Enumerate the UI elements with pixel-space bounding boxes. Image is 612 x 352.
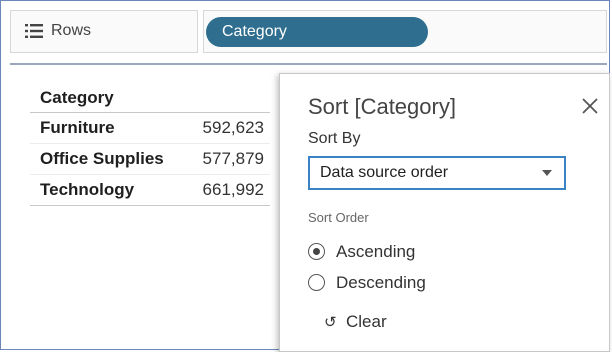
crosstab-header[interactable]: Category [30, 84, 270, 113]
table-row[interactable]: Furniture 592,623 [30, 113, 270, 144]
table-row[interactable]: Technology 661,992 [30, 175, 270, 206]
sort-order-label: Sort Order [308, 210, 369, 225]
clear-button[interactable]: ↺ Clear [324, 312, 387, 332]
row-value: 661,992 [202, 180, 264, 199]
sort-dialog: Sort [Category] Sort By Data source orde… [279, 73, 610, 352]
row-category: Office Supplies [40, 149, 164, 168]
category-pill[interactable]: Category [206, 17, 428, 47]
rows-label: Rows [51, 22, 92, 39]
close-icon[interactable] [579, 95, 601, 117]
sort-by-select[interactable]: Data source order [308, 156, 566, 190]
row-category: Technology [40, 180, 135, 199]
clear-label: Clear [346, 312, 387, 331]
row-value: 592,623 [202, 118, 264, 137]
radio-label: Ascending [336, 242, 416, 261]
crosstab: Category Furniture 592,623 Office Suppli… [30, 84, 270, 206]
radio-unselected-icon[interactable] [308, 274, 325, 291]
rows-shelf-label: Rows [10, 10, 198, 53]
row-category: Furniture [40, 118, 115, 137]
row-value: 577,879 [202, 149, 264, 168]
shelf-separator [10, 63, 607, 65]
radio-label: Descending [336, 273, 426, 292]
rows-icon [25, 24, 43, 38]
table-row[interactable]: Office Supplies 577,879 [30, 144, 270, 175]
sort-by-value: Data source order [320, 164, 449, 181]
undo-icon: ↺ [324, 314, 337, 331]
chevron-down-icon [542, 170, 552, 176]
dialog-title: Sort [Category] [308, 94, 456, 119]
sort-by-label: Sort By [308, 130, 361, 147]
radio-selected-icon[interactable] [308, 243, 325, 260]
